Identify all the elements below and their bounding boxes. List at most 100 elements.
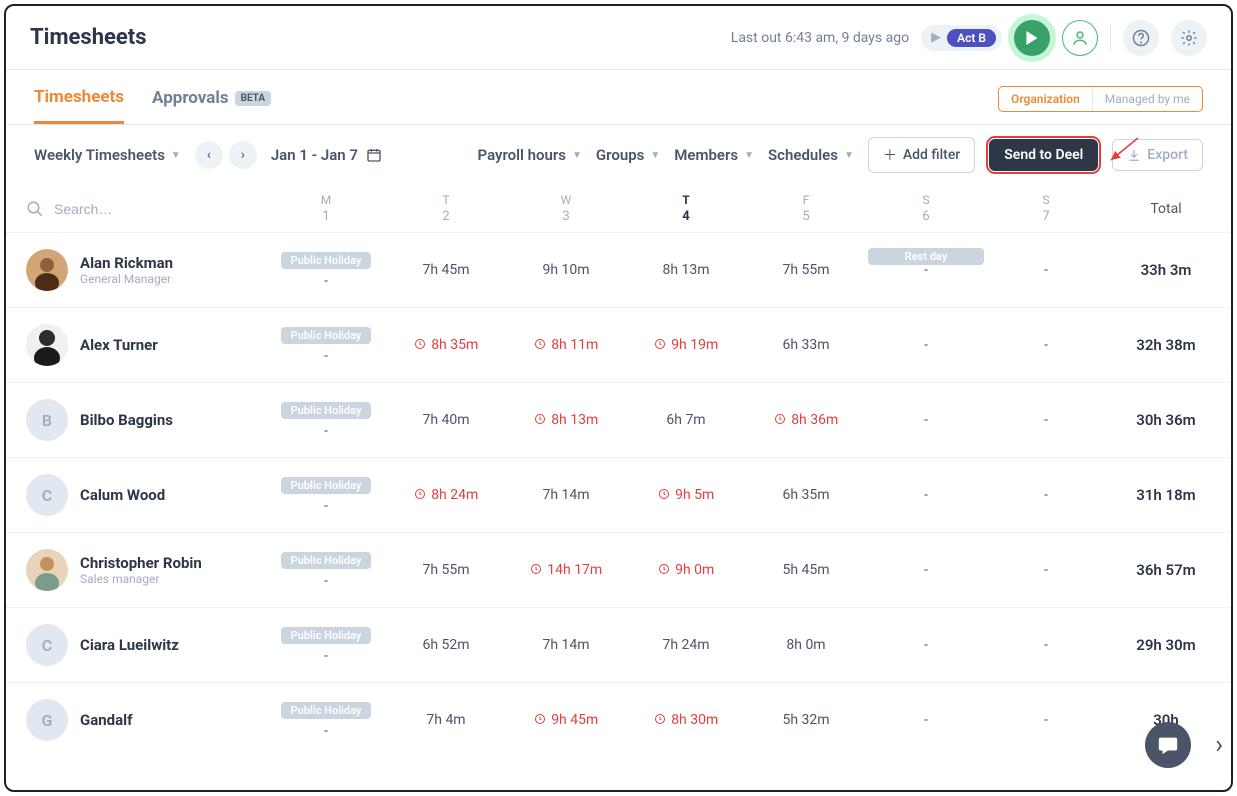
clock-icon: [654, 713, 666, 725]
time-cell[interactable]: 8h 30m: [626, 712, 746, 728]
table-row[interactable]: CCiara LueilwitzPublic Holiday-6h 52m7h …: [6, 607, 1231, 682]
download-icon: [1127, 148, 1141, 162]
time-cell[interactable]: 7h 55m: [746, 262, 866, 278]
tab-approvals[interactable]: Approvals BETA: [152, 87, 271, 124]
time-cell[interactable]: 5h 45m: [746, 562, 866, 578]
time-cell[interactable]: Public Holiday-: [266, 702, 386, 739]
time-cell[interactable]: 7h 24m: [626, 637, 746, 653]
table-header: M1T2W3T4F5S6S7Total: [6, 185, 1231, 232]
search-input[interactable]: [52, 200, 202, 218]
settings-button[interactable]: [1171, 20, 1207, 56]
time-cell[interactable]: 8h 24m: [386, 487, 506, 503]
table-row[interactable]: Alex TurnerPublic Holiday- 8h 35m 8h 11m…: [6, 307, 1231, 382]
person-role: Sales manager: [80, 572, 202, 586]
time-cell[interactable]: -: [986, 487, 1106, 503]
view-dropdown[interactable]: Weekly Timesheets▼: [34, 146, 181, 164]
time-cell[interactable]: Public Holiday-: [266, 552, 386, 589]
time-cell[interactable]: -: [986, 637, 1106, 653]
time-cell[interactable]: -: [866, 412, 986, 428]
chat-icon: [1157, 734, 1179, 756]
time-cell[interactable]: Public Holiday-: [266, 477, 386, 514]
profile-button[interactable]: [1062, 20, 1098, 56]
schedules-dropdown[interactable]: Schedules▼: [768, 146, 854, 164]
time-cell[interactable]: Rest day-: [866, 262, 986, 278]
play-icon: ▶: [931, 30, 941, 45]
time-cell[interactable]: -: [986, 712, 1106, 728]
user-icon: [1071, 29, 1089, 47]
seg-managed-by-me[interactable]: Managed by me: [1092, 87, 1202, 111]
time-cell[interactable]: -: [866, 562, 986, 578]
avatar: [26, 324, 68, 366]
prev-week-button[interactable]: ‹: [195, 141, 223, 169]
time-cell[interactable]: 9h 19m: [626, 337, 746, 353]
time-cell[interactable]: -: [986, 337, 1106, 353]
time-cell[interactable]: 9h 45m: [506, 712, 626, 728]
time-cell[interactable]: 8h 35m: [386, 337, 506, 353]
members-dropdown[interactable]: Members▼: [674, 146, 754, 164]
time-cell[interactable]: -: [986, 412, 1106, 428]
time-cell[interactable]: -: [986, 262, 1106, 278]
time-cell[interactable]: -: [866, 337, 986, 353]
time-cell[interactable]: 8h 13m: [506, 412, 626, 428]
time-cell[interactable]: 9h 10m: [506, 262, 626, 278]
add-filter-button[interactable]: ＋ Add filter: [868, 137, 975, 173]
avatar: G: [26, 699, 68, 741]
time-cell[interactable]: 14h 17m: [506, 562, 626, 578]
day-header: T4: [626, 193, 746, 224]
row-total: 33h 3m: [1106, 261, 1226, 279]
time-cell[interactable]: 8h 36m: [746, 412, 866, 428]
time-cell[interactable]: 7h 45m: [386, 262, 506, 278]
day-header: M1: [266, 193, 386, 224]
time-cell[interactable]: -: [866, 487, 986, 503]
time-cell[interactable]: Public Holiday-: [266, 402, 386, 439]
avatar: [26, 249, 68, 291]
send-to-deel-button[interactable]: Send to Deel: [989, 139, 1098, 171]
carousel-next[interactable]: ›: [1215, 730, 1223, 760]
export-button[interactable]: Export: [1112, 139, 1203, 171]
person-role: General Manager: [80, 272, 173, 286]
time-cell[interactable]: 5h 32m: [746, 712, 866, 728]
clock-icon: [534, 713, 546, 725]
day-header: S6: [866, 193, 986, 224]
time-cell[interactable]: 7h 14m: [506, 637, 626, 653]
date-range-picker[interactable]: Jan 1 - Jan 7: [271, 146, 382, 164]
time-cell[interactable]: 8h 0m: [746, 637, 866, 653]
groups-dropdown[interactable]: Groups▼: [596, 146, 660, 164]
time-cell[interactable]: 9h 5m: [626, 487, 746, 503]
holiday-badge: Public Holiday: [281, 552, 372, 569]
time-cell[interactable]: -: [986, 562, 1106, 578]
table-row[interactable]: GGandalfPublic Holiday-7h 4m 9h 45m 8h 3…: [6, 682, 1231, 757]
time-cell[interactable]: 6h 35m: [746, 487, 866, 503]
table-row[interactable]: Alan RickmanGeneral ManagerPublic Holida…: [6, 232, 1231, 307]
time-cell[interactable]: 6h 33m: [746, 337, 866, 353]
table-row[interactable]: CCalum WoodPublic Holiday- 8h 24m7h 14m …: [6, 457, 1231, 532]
tab-timesheets[interactable]: Timesheets: [34, 87, 124, 124]
time-cell[interactable]: 8h 11m: [506, 337, 626, 353]
time-cell[interactable]: 6h 52m: [386, 637, 506, 653]
day-header: S7: [986, 193, 1106, 224]
table-row[interactable]: Christopher RobinSales managerPublic Hol…: [6, 532, 1231, 607]
help-button[interactable]: [1123, 20, 1159, 56]
time-cell[interactable]: 9h 0m: [626, 562, 746, 578]
row-total: 32h 38m: [1106, 336, 1226, 354]
time-cell[interactable]: 7h 14m: [506, 487, 626, 503]
time-cell[interactable]: Public Holiday-: [266, 627, 386, 664]
time-cell[interactable]: Public Holiday-: [266, 327, 386, 364]
activity-pill[interactable]: ▶ Act B: [921, 25, 1002, 51]
time-cell[interactable]: 7h 55m: [386, 562, 506, 578]
time-cell[interactable]: -: [866, 637, 986, 653]
time-cell[interactable]: -: [866, 712, 986, 728]
next-week-button[interactable]: ›: [229, 141, 257, 169]
caret-icon: ▼: [171, 150, 181, 161]
time-cell[interactable]: 7h 4m: [386, 712, 506, 728]
start-timer-button[interactable]: [1014, 20, 1050, 56]
seg-organization[interactable]: Organization: [999, 87, 1092, 111]
chat-button[interactable]: [1145, 722, 1191, 768]
time-cell[interactable]: 7h 40m: [386, 412, 506, 428]
time-cell[interactable]: 8h 13m: [626, 262, 746, 278]
time-cell[interactable]: 6h 7m: [626, 412, 746, 428]
time-cell[interactable]: Public Holiday-: [266, 252, 386, 289]
help-icon: [1132, 29, 1150, 47]
table-row[interactable]: BBilbo BagginsPublic Holiday-7h 40m 8h 1…: [6, 382, 1231, 457]
payroll-dropdown[interactable]: Payroll hours▼: [478, 146, 582, 164]
